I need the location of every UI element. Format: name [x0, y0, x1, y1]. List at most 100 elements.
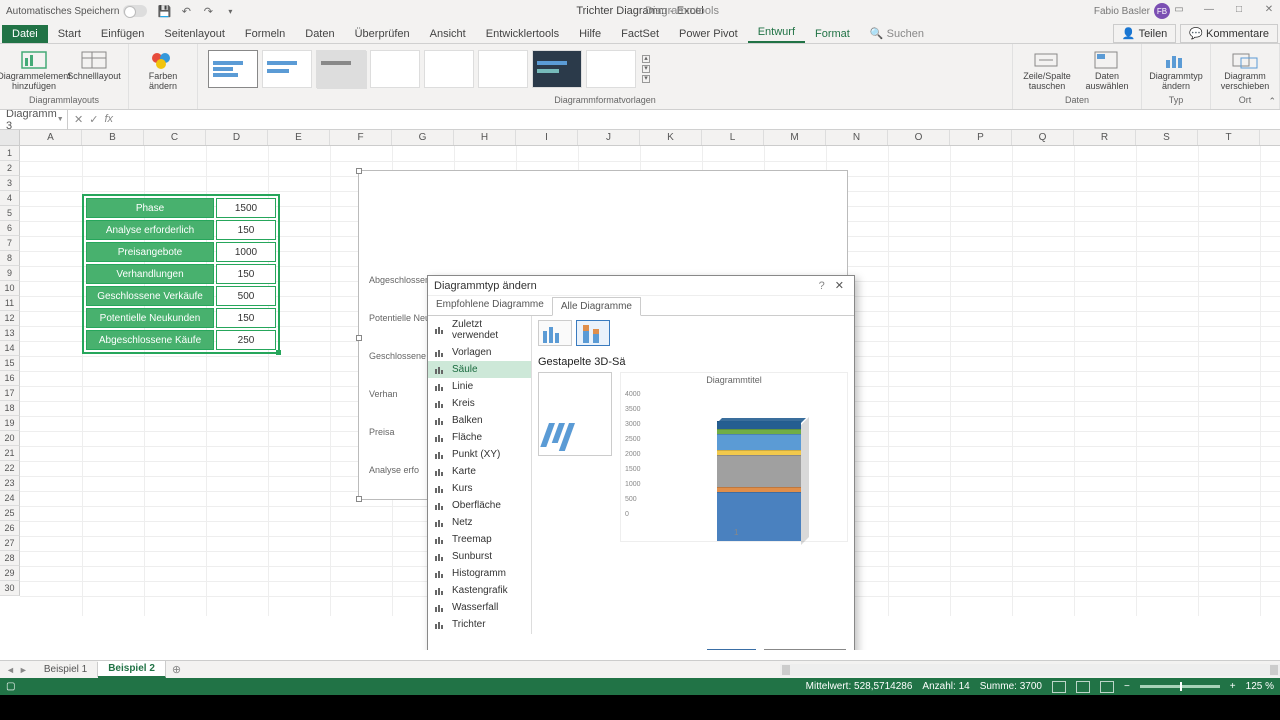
record-macro-icon[interactable]: ▢	[6, 681, 15, 692]
chart-category-item[interactable]: Kombi	[428, 633, 531, 634]
qat-more-icon[interactable]: ▾	[223, 4, 237, 18]
data-table[interactable]: Phase1500Analyse erforderlich150Preisang…	[82, 194, 280, 354]
row-header[interactable]: 22	[0, 461, 20, 476]
table-row-label[interactable]: Geschlossene Verkäufe	[86, 286, 214, 306]
row-header[interactable]: 21	[0, 446, 20, 461]
row-header[interactable]: 26	[0, 521, 20, 536]
column-header[interactable]: P	[950, 130, 1012, 145]
row-header[interactable]: 23	[0, 476, 20, 491]
column-header[interactable]: S	[1136, 130, 1198, 145]
table-row-label[interactable]: Potentielle Neukunden	[86, 308, 214, 328]
table-row-value[interactable]: 150	[216, 264, 276, 284]
zoom-slider[interactable]	[1140, 685, 1220, 688]
tab-ueberpruefen[interactable]: Überprüfen	[345, 25, 420, 43]
tab-entwurf[interactable]: Entwurf	[748, 23, 805, 43]
row-header[interactable]: 27	[0, 536, 20, 551]
minimize-icon[interactable]: —	[1202, 4, 1216, 18]
style-thumb-1[interactable]	[208, 50, 258, 88]
column-header[interactable]: F	[330, 130, 392, 145]
column-header[interactable]: E	[268, 130, 330, 145]
gallery-more-button[interactable]: ▴▾▾	[640, 50, 652, 88]
row-header[interactable]: 29	[0, 566, 20, 581]
chart-category-item[interactable]: Kurs	[428, 480, 531, 497]
row-header[interactable]: 2	[0, 161, 20, 176]
switch-row-col-button[interactable]: Zeile/Spalte tauschen	[1019, 46, 1075, 92]
row-header[interactable]: 7	[0, 236, 20, 251]
chart-category-item[interactable]: Histogramm	[428, 565, 531, 582]
row-header[interactable]: 6	[0, 221, 20, 236]
table-row-value[interactable]: 250	[216, 330, 276, 350]
row-header[interactable]: 15	[0, 356, 20, 371]
table-row-label[interactable]: Abgeschlossene Käufe	[86, 330, 214, 350]
chart-category-item[interactable]: Sunburst	[428, 548, 531, 565]
cancel-button[interactable]: Abbrechen	[764, 649, 846, 650]
column-header[interactable]: B	[82, 130, 144, 145]
table-row-value[interactable]: 150	[216, 220, 276, 240]
zoom-in-icon[interactable]: +	[1230, 681, 1236, 692]
horizontal-scrollbar[interactable]	[780, 664, 1280, 676]
table-row-value[interactable]: 1500	[216, 198, 276, 218]
chart-category-item[interactable]: Fläche	[428, 429, 531, 446]
chart-category-item[interactable]: Wasserfall	[428, 599, 531, 616]
chart-preview-large[interactable]: Diagrammtitel 40003500300025002000150010…	[620, 372, 848, 542]
save-icon[interactable]: 💾	[157, 4, 171, 18]
chart-category-item[interactable]: Linie	[428, 378, 531, 395]
column-header[interactable]: R	[1074, 130, 1136, 145]
style-thumb-3[interactable]	[316, 50, 366, 88]
column-header[interactable]: T	[1198, 130, 1260, 145]
row-header[interactable]: 17	[0, 386, 20, 401]
tab-format[interactable]: Format	[805, 25, 860, 43]
zoom-level[interactable]: 125 %	[1246, 681, 1274, 692]
sheet-tab-1[interactable]: Beispiel 1	[34, 662, 98, 677]
row-header[interactable]: 14	[0, 341, 20, 356]
tab-start[interactable]: Start	[48, 25, 91, 43]
chart-category-item[interactable]: Vorlagen	[428, 344, 531, 361]
view-page-break-icon[interactable]	[1100, 681, 1114, 693]
row-header[interactable]: 19	[0, 416, 20, 431]
tab-einfuegen[interactable]: Einfügen	[91, 25, 154, 43]
tab-hilfe[interactable]: Hilfe	[569, 25, 611, 43]
subtype-clustered[interactable]	[538, 320, 572, 346]
column-header[interactable]: Q	[1012, 130, 1074, 145]
chart-category-item[interactable]: Karte	[428, 463, 531, 480]
column-header[interactable]: H	[454, 130, 516, 145]
row-header[interactable]: 12	[0, 311, 20, 326]
view-normal-icon[interactable]	[1052, 681, 1066, 693]
style-thumb-7[interactable]	[532, 50, 582, 88]
column-header[interactable]: O	[888, 130, 950, 145]
add-sheet-icon[interactable]: ⊕	[166, 663, 187, 676]
cancel-formula-icon[interactable]: ✕	[74, 113, 83, 126]
tab-recommended-charts[interactable]: Empfohlene Diagramme	[428, 296, 552, 315]
redo-icon[interactable]: ↷	[201, 4, 215, 18]
style-thumb-5[interactable]	[424, 50, 474, 88]
close-icon[interactable]: ✕	[1262, 4, 1276, 18]
row-header[interactable]: 4	[0, 191, 20, 206]
tab-factset[interactable]: FactSet	[611, 25, 669, 43]
chart-style-gallery[interactable]: ▴▾▾	[204, 46, 656, 92]
tab-file[interactable]: Datei	[2, 25, 48, 43]
row-header[interactable]: 25	[0, 506, 20, 521]
column-header[interactable]: A	[20, 130, 82, 145]
sheet-tab-2[interactable]: Beispiel 2	[98, 661, 166, 678]
change-colors-button[interactable]: Farben ändern	[135, 46, 191, 92]
maximize-icon[interactable]: □	[1232, 4, 1246, 18]
user-account[interactable]: Fabio Basler FB	[1094, 3, 1170, 19]
column-header[interactable]: G	[392, 130, 454, 145]
autosave-toggle[interactable]: Automatisches Speichern	[6, 5, 147, 17]
row-header[interactable]: 24	[0, 491, 20, 506]
table-row-label[interactable]: Verhandlungen	[86, 264, 214, 284]
column-header[interactable]: C	[144, 130, 206, 145]
tab-ansicht[interactable]: Ansicht	[420, 25, 476, 43]
column-header[interactable]: M	[764, 130, 826, 145]
comments-button[interactable]: 💬 Kommentare	[1180, 24, 1278, 43]
chart-preview-small[interactable]	[538, 372, 612, 456]
row-header[interactable]: 8	[0, 251, 20, 266]
row-header[interactable]: 20	[0, 431, 20, 446]
column-header[interactable]: L	[702, 130, 764, 145]
ribbon-options-icon[interactable]: ▭	[1172, 4, 1186, 18]
chart-category-item[interactable]: Zuletzt verwendet	[428, 316, 531, 344]
row-header[interactable]: 3	[0, 176, 20, 191]
row-header[interactable]: 28	[0, 551, 20, 566]
tab-formeln[interactable]: Formeln	[235, 25, 295, 43]
tab-all-charts[interactable]: Alle Diagramme	[552, 297, 641, 316]
